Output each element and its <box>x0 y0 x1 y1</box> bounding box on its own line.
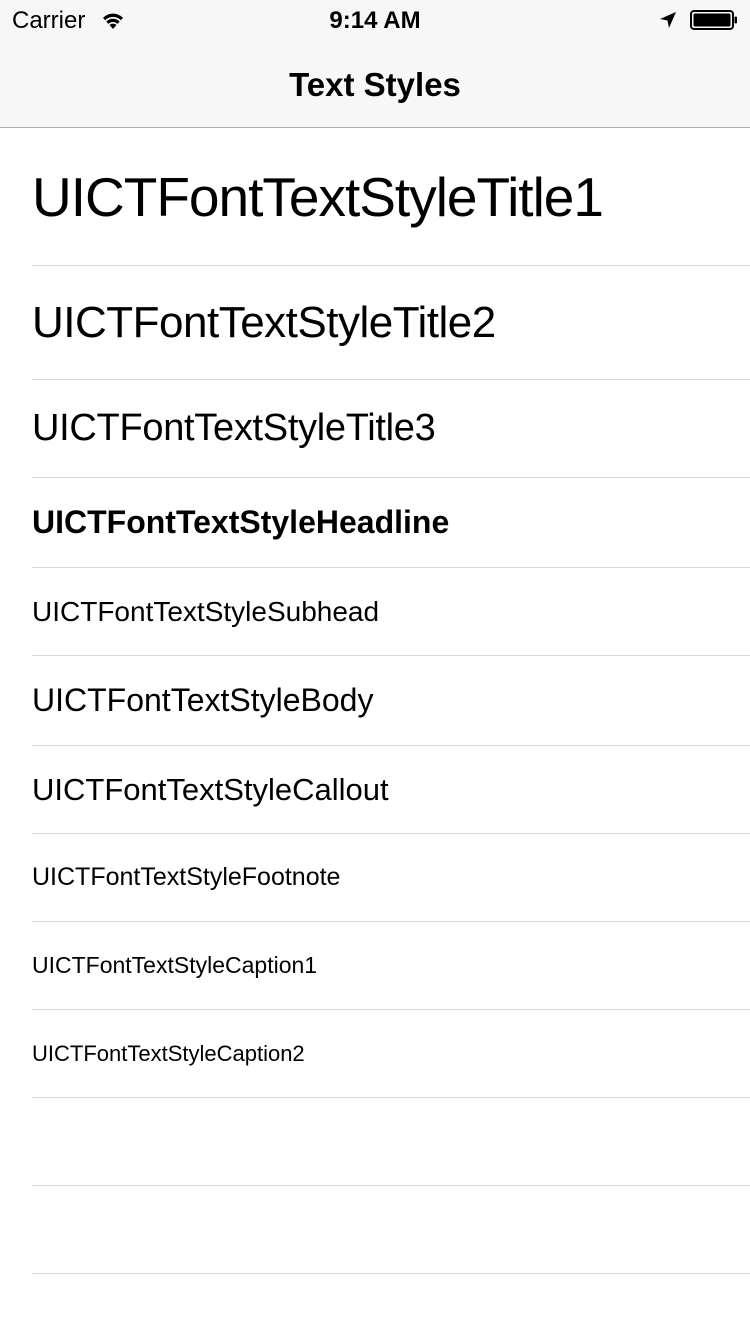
list-item-subhead[interactable]: UICTFontTextStyleSubhead <box>32 568 750 656</box>
battery-icon <box>690 10 737 30</box>
list-item-title1[interactable]: UICTFontTextStyleTitle1 <box>32 128 750 266</box>
top-bar: Carrier 9:14 AM Text Styles <box>0 0 750 128</box>
list-item-label: UICTFontTextStyleSubhead <box>32 595 380 627</box>
list-item-label: UICTFontTextStyleFootnote <box>32 863 341 891</box>
list-item-empty <box>32 1098 750 1186</box>
list-item-label: UICTFontTextStyleTitle2 <box>32 297 496 347</box>
list-item-title2[interactable]: UICTFontTextStyleTitle2 <box>32 266 750 380</box>
status-bar: Carrier 9:14 AM <box>0 0 750 40</box>
list-item-headline[interactable]: UICTFontTextStyleHeadline <box>32 478 750 568</box>
list-item-empty <box>32 1186 750 1274</box>
list-item-caption1[interactable]: UICTFontTextStyleCaption1 <box>32 922 750 1010</box>
battery-fill <box>693 13 731 27</box>
list-item-label: UICTFontTextStyleCaption2 <box>32 1040 305 1066</box>
list-item-label: UICTFontTextStyleBody <box>32 682 374 718</box>
list-item-footnote[interactable]: UICTFontTextStyleFootnote <box>32 834 750 922</box>
list-item-label: UICTFontTextStyleHeadline <box>32 504 450 540</box>
list-item-body[interactable]: UICTFontTextStyleBody <box>32 656 750 746</box>
list-item-callout[interactable]: UICTFontTextStyleCallout <box>32 746 750 834</box>
list-item-title3[interactable]: UICTFontTextStyleTitle3 <box>32 380 750 478</box>
list-item-label: UICTFontTextStyleCallout <box>32 771 389 807</box>
navigation-title: Text Styles <box>289 66 461 103</box>
list-item-label: UICTFontTextStyleTitle3 <box>32 407 436 449</box>
list-item-label: UICTFontTextStyleTitle1 <box>32 165 604 228</box>
list-item-caption2[interactable]: UICTFontTextStyleCaption2 <box>32 1010 750 1098</box>
location-arrow-icon <box>660 12 676 28</box>
list-item-label: UICTFontTextStyleCaption1 <box>32 952 318 978</box>
text-styles-list[interactable]: UICTFontTextStyleTitle1 UICTFontTextStyl… <box>0 128 750 1274</box>
status-time: 9:14 AM <box>329 7 421 34</box>
screen: Carrier 9:14 AM Text Styles UICTFontText… <box>0 0 750 1334</box>
